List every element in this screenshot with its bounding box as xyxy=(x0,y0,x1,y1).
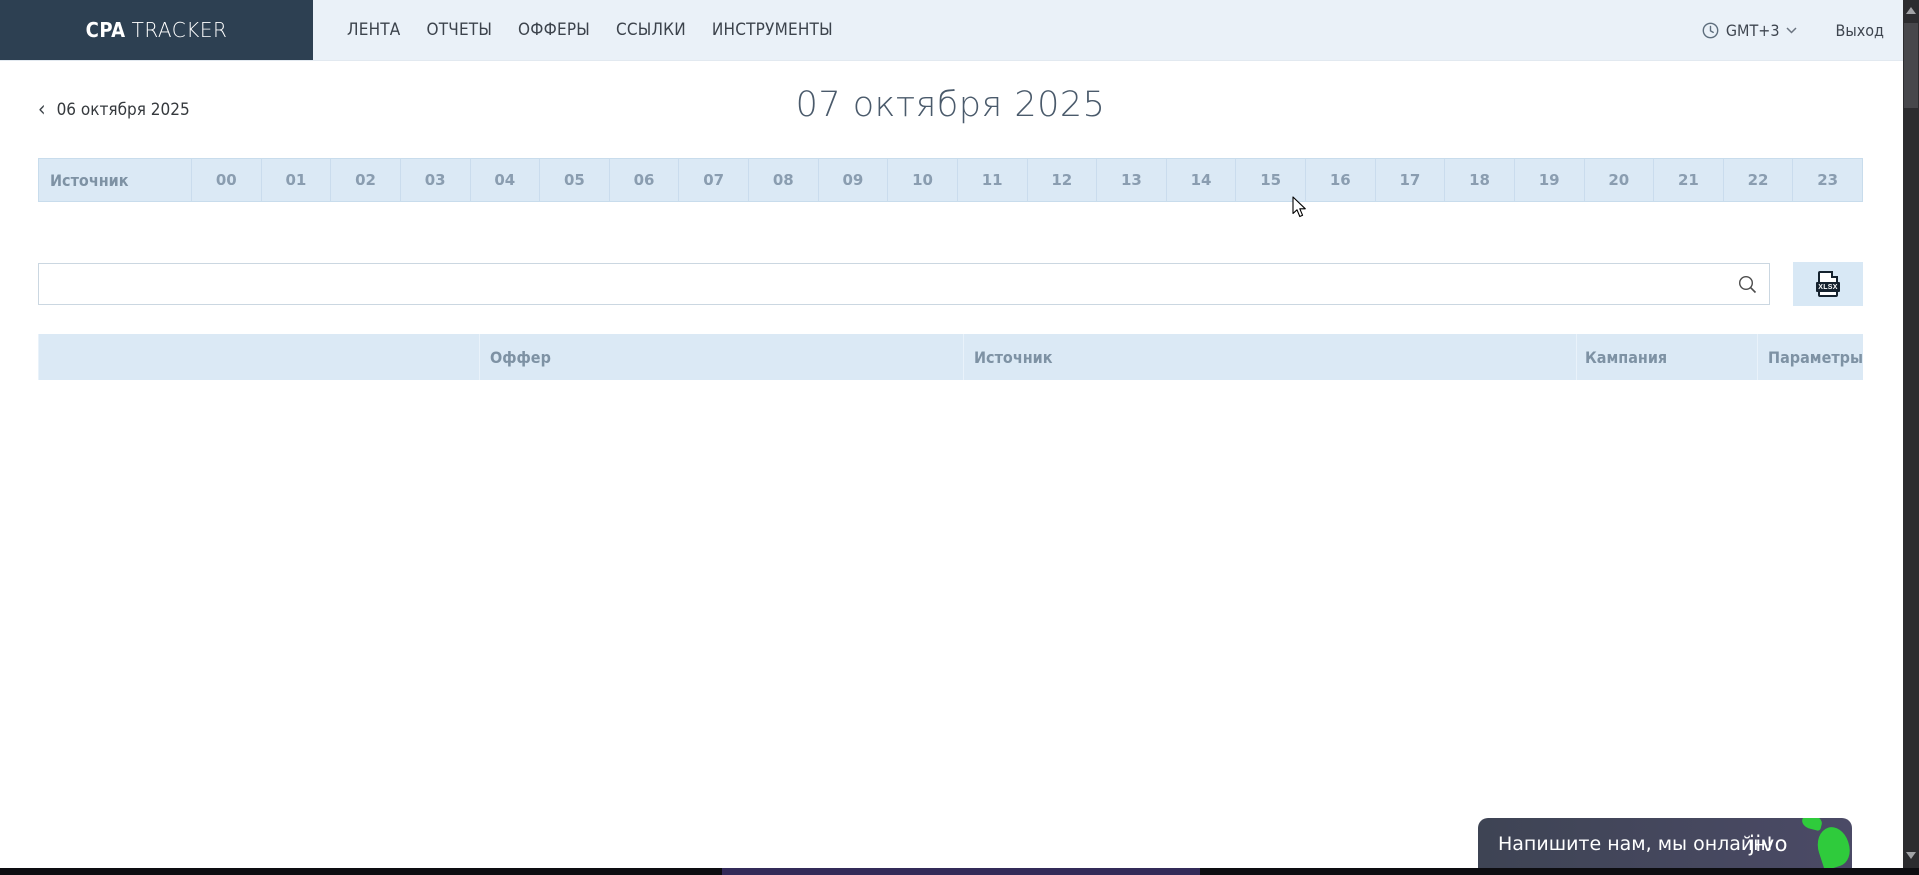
prev-day-label: 06 октября 2025 xyxy=(57,100,190,120)
hour-cell: 16 xyxy=(1305,159,1375,201)
xlsx-file-icon: XLSX xyxy=(1818,271,1838,297)
xlsx-label: XLSX xyxy=(1816,282,1840,292)
search-input[interactable] xyxy=(39,264,1769,304)
chevron-down-icon xyxy=(1786,27,1797,34)
date-navigation: ‹ 06 октября 2025 07 октября 2025 xyxy=(38,75,1863,130)
nav-item[interactable]: ССЫЛКИ xyxy=(616,20,686,40)
jivo-logo: jivo xyxy=(1749,832,1788,856)
hour-header-table: Источник 00 01 02 03 04 05 06 07 08 09 xyxy=(38,158,1863,202)
hour-cell: 15 xyxy=(1235,159,1305,201)
hour-cell: 17 xyxy=(1375,159,1445,201)
bottom-bar-accent xyxy=(722,868,1200,875)
hour-cell: 18 xyxy=(1444,159,1514,201)
hour-cell: 19 xyxy=(1514,159,1584,201)
data-table-header: Оффер Источник Кампания Параметры xyxy=(38,334,1863,380)
timezone-dropdown[interactable]: GMT+3 xyxy=(1702,21,1798,40)
hour-cell: 12 xyxy=(1027,159,1097,201)
brand-bold: CPA xyxy=(86,18,126,42)
hour-cell: 13 xyxy=(1096,159,1166,201)
hour-cell: 10 xyxy=(887,159,957,201)
chat-widget[interactable]: Напишите нам, мы онлайн! jivo xyxy=(1478,818,1852,869)
brand-rest: TRACKER xyxy=(132,18,228,42)
column-header: Параметры xyxy=(1757,334,1863,380)
page-title: 07 октября 2025 xyxy=(38,75,1863,125)
column-header: Источник xyxy=(963,334,1576,380)
xlsx-fold-corner xyxy=(1831,271,1838,278)
chevron-left-icon: ‹ xyxy=(38,102,46,116)
export-xlsx-button[interactable]: XLSX xyxy=(1793,262,1863,306)
header-right: GMT+3 Выход xyxy=(1702,0,1884,61)
nav-item[interactable]: ОТЧЕТЫ xyxy=(426,20,492,40)
bottom-bar xyxy=(0,868,1919,875)
timezone-label: GMT+3 xyxy=(1726,21,1780,40)
hour-cell: 21 xyxy=(1653,159,1723,201)
column-header: Кампания xyxy=(1576,334,1757,380)
scrollbar-up-icon[interactable] xyxy=(1906,7,1916,14)
hour-cell: 20 xyxy=(1584,159,1654,201)
chat-message: Напишите нам, мы онлайн! xyxy=(1498,833,1773,855)
nav-item[interactable]: ИНСТРУМЕНТЫ xyxy=(712,20,833,40)
hour-cells: 00 01 02 03 04 05 06 07 08 09 10 11 xyxy=(191,159,1862,201)
hour-cell: 01 xyxy=(261,159,331,201)
hour-cell: 22 xyxy=(1723,159,1793,201)
main-nav: ЛЕНТА ОТЧЕТЫ ОФФЕРЫ ССЫЛКИ ИНСТРУМЕНТЫ xyxy=(347,20,833,40)
hour-table-source-header: Источник xyxy=(39,159,191,201)
search-row: XLSX xyxy=(38,262,1863,306)
hour-cell: 02 xyxy=(330,159,400,201)
clock-icon xyxy=(1702,22,1719,39)
page: CPA TRACKER ЛЕНТА ОТЧЕТЫ ОФФЕРЫ ССЫЛКИ И… xyxy=(0,0,1919,875)
scrollbar-thumb[interactable] xyxy=(1904,23,1918,108)
hour-cell: 11 xyxy=(957,159,1027,201)
hour-cell: 06 xyxy=(609,159,679,201)
search-box xyxy=(38,263,1770,305)
search-icon[interactable] xyxy=(1738,275,1757,294)
vertical-scrollbar[interactable] xyxy=(1903,0,1919,868)
hour-cell: 03 xyxy=(400,159,470,201)
nav-item[interactable]: ЛЕНТА xyxy=(347,20,400,40)
hour-cell: 05 xyxy=(539,159,609,201)
brand-logo[interactable]: CPA TRACKER xyxy=(0,0,313,60)
nav-item[interactable]: ОФФЕРЫ xyxy=(518,20,590,40)
hour-cell: 23 xyxy=(1792,159,1862,201)
jivo-leaf-small-icon xyxy=(1801,818,1824,831)
hour-cell: 07 xyxy=(678,159,748,201)
hour-cell: 08 xyxy=(748,159,818,201)
column-header: Оффер xyxy=(479,334,963,380)
hour-cell: 14 xyxy=(1166,159,1236,201)
hour-cell: 04 xyxy=(470,159,540,201)
hour-cell: 09 xyxy=(818,159,888,201)
column-header xyxy=(38,334,479,380)
top-header: CPA TRACKER ЛЕНТА ОТЧЕТЫ ОФФЕРЫ ССЫЛКИ И… xyxy=(0,0,1919,61)
hour-cell: 00 xyxy=(191,159,261,201)
scrollbar-down-icon[interactable] xyxy=(1906,852,1916,859)
prev-day-link[interactable]: ‹ 06 октября 2025 xyxy=(38,100,190,120)
logout-link[interactable]: Выход xyxy=(1835,21,1884,40)
